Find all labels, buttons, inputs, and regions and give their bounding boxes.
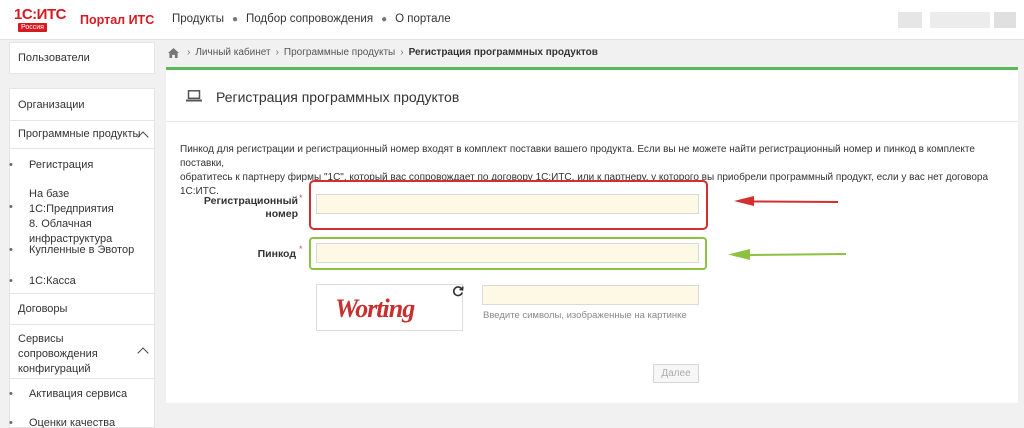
green-arrow-icon (728, 249, 846, 260)
page-title: Регистрация программных продуктов (216, 89, 460, 105)
reg-number-label: Регистрационный номер (200, 195, 298, 221)
sidebar-item-contracts[interactable]: Договоры (9, 303, 155, 315)
sidebar-divider (9, 293, 155, 294)
sidebar-subitem-kassa[interactable]: 1С:Касса (9, 275, 155, 287)
logo-text: 1С:ИТС (14, 6, 66, 23)
sidebar-subitem-cloud[interactable]: На базе 1С:Предприятия 8. Облачная инфра… (9, 187, 155, 247)
refresh-icon[interactable] (452, 285, 464, 297)
captcha-text: Worting (335, 294, 415, 323)
panel-header: Регистрация программных продуктов (166, 70, 1018, 122)
required-mark: * (299, 193, 303, 203)
breadcrumb-separator: › (400, 47, 404, 58)
laptop-icon (186, 90, 202, 102)
next-button[interactable]: Далее (653, 364, 699, 383)
logo-subtext: Россия (18, 23, 47, 32)
breadcrumb-software-products[interactable]: Программные продукты (284, 47, 395, 58)
cloud-line-1: На базе 1С:Предприятия (29, 188, 114, 215)
reg-number-input[interactable] (316, 194, 699, 214)
sidebar-divider (9, 378, 155, 379)
breadcrumb-current: Регистрация программных продуктов (408, 47, 598, 58)
description-line-1: Пинкод для регистрации и регистрационный… (180, 144, 975, 169)
user-menu-blurred[interactable] (898, 12, 922, 28)
cloud-line-2: 8. Облачная (29, 218, 92, 230)
registration-panel: Регистрация программных продуктов Пинкод… (166, 67, 1018, 403)
sidebar-subitem-evotor[interactable]: Купленные в Эвотор (9, 244, 155, 256)
sidebar: Пользователи Организации Программные про… (0, 40, 155, 428)
breadcrumb-personal-cabinet[interactable]: Личный кабинет (195, 47, 270, 58)
captcha-input[interactable] (482, 285, 699, 305)
sidebar-item-users[interactable]: Пользователи (9, 52, 155, 64)
pin-input[interactable] (316, 243, 699, 263)
top-bar: 1С:ИТС Россия Портал ИТС Продукты ● Подб… (0, 0, 1024, 40)
nav-support-selection[interactable]: Подбор сопровождения (246, 13, 373, 25)
nav-dot: ● (231, 13, 239, 25)
sidebar-divider (9, 148, 155, 149)
its-logo[interactable]: 1С:ИТС Россия (14, 6, 72, 34)
captcha-hint: Введите символы, изображенные на картинк… (483, 310, 687, 321)
top-nav: Продукты ● Подбор сопровождения ● О порт… (172, 13, 451, 25)
breadcrumb-separator: › (187, 47, 191, 58)
nav-about[interactable]: О портале (395, 13, 451, 25)
reg-label-line-1: Регистрационный (203, 195, 298, 207)
reg-label-line-2: номер (265, 208, 298, 220)
services-line-3: конфигураций (18, 363, 91, 375)
breadcrumb: › Личный кабинет › Программные продукты … (168, 47, 598, 58)
sidebar-item-organizations[interactable]: Организации (9, 99, 155, 111)
services-line-1: Сервисы (18, 333, 64, 345)
captcha-image: Worting (316, 284, 463, 331)
sidebar-item-services[interactable]: Сервисы сопровождения конфигураций (9, 332, 155, 377)
user-menu-blurred[interactable] (930, 12, 990, 28)
nav-dot: ● (381, 13, 388, 25)
sidebar-divider (9, 324, 155, 325)
portal-title[interactable]: Портал ИТС (80, 13, 154, 27)
sidebar-subitem-registration[interactable]: Регистрация (9, 159, 155, 171)
red-arrow-icon (734, 196, 838, 206)
nav-products[interactable]: Продукты (172, 13, 224, 25)
services-line-2: сопровождения (18, 348, 98, 360)
sidebar-item-software-products[interactable]: Программные продукты (9, 128, 155, 140)
sidebar-divider (9, 120, 155, 121)
required-mark: * (299, 244, 303, 254)
breadcrumb-separator: › (275, 47, 279, 58)
user-menu-blurred[interactable] (994, 12, 1016, 28)
home-icon[interactable] (168, 47, 179, 58)
pin-label: Пинкод (257, 248, 296, 260)
sidebar-subitem-quality[interactable]: Оценки качества (9, 417, 155, 428)
sidebar-subitem-activation[interactable]: Активация сервиса (9, 388, 155, 400)
